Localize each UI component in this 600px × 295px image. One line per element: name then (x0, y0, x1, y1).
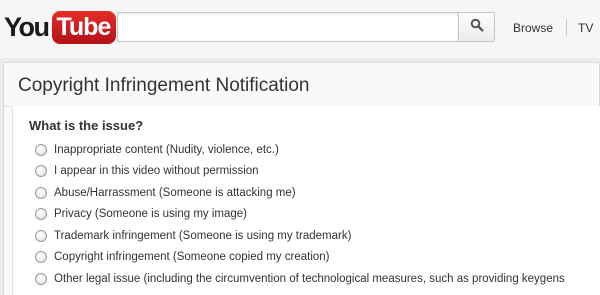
magnifier-icon (470, 18, 484, 37)
radio-button[interactable] (35, 208, 47, 221)
browse-link[interactable]: Browse (513, 21, 553, 35)
content-panel: Copyright Infringement Notification What… (0, 58, 600, 295)
issue-option[interactable]: I appear in this video without permissio… (35, 161, 565, 183)
logo-tube-text: Tube (51, 11, 117, 44)
issue-option[interactable]: Copyright infringement (Someone copied m… (35, 247, 565, 269)
option-label: Privacy (Someone is using my image) (54, 208, 248, 221)
issue-option[interactable]: Other legal issue (including the circumv… (35, 268, 565, 290)
option-label: Abuse/Harrassment (Someone is attacking … (54, 186, 296, 199)
radio-button[interactable] (35, 186, 47, 199)
notification-card: Copyright Infringement Notification What… (3, 62, 600, 295)
option-label: Trademark infringement (Someone is using… (54, 229, 352, 242)
radio-button[interactable] (35, 272, 47, 285)
logo-you-text: You (4, 12, 50, 42)
youtube-logo[interactable]: You Tube (4, 11, 117, 44)
radio-button[interactable] (35, 251, 47, 264)
tv-link[interactable]: TV (578, 21, 593, 35)
masthead: You Tube Browse TV (0, 0, 600, 58)
issue-option[interactable]: Trademark infringement (Someone is using… (35, 225, 565, 247)
issue-question: What is the issue? (29, 118, 144, 133)
option-label: Other legal issue (including the circumv… (54, 272, 565, 285)
nav-divider (566, 19, 567, 36)
issue-options: Inappropriate content (Nudity, violence,… (35, 139, 565, 290)
issue-option[interactable]: Privacy (Someone is using my image) (35, 204, 565, 226)
radio-button[interactable] (35, 165, 47, 178)
radio-button[interactable] (35, 143, 47, 156)
issue-option[interactable]: Inappropriate content (Nudity, violence,… (35, 139, 565, 161)
option-label: Inappropriate content (Nudity, violence,… (54, 143, 279, 156)
issue-option[interactable]: Abuse/Harrassment (Someone is attacking … (35, 182, 565, 204)
radio-button[interactable] (35, 229, 47, 242)
page-title: Copyright Infringement Notification (18, 75, 310, 96)
search-input[interactable] (117, 12, 459, 42)
search-button[interactable] (458, 12, 495, 42)
option-label: I appear in this video without permissio… (54, 165, 259, 178)
option-label: Copyright infringement (Someone copied m… (54, 251, 330, 264)
issue-section: What is the issue? Inappropriate content… (12, 106, 600, 295)
